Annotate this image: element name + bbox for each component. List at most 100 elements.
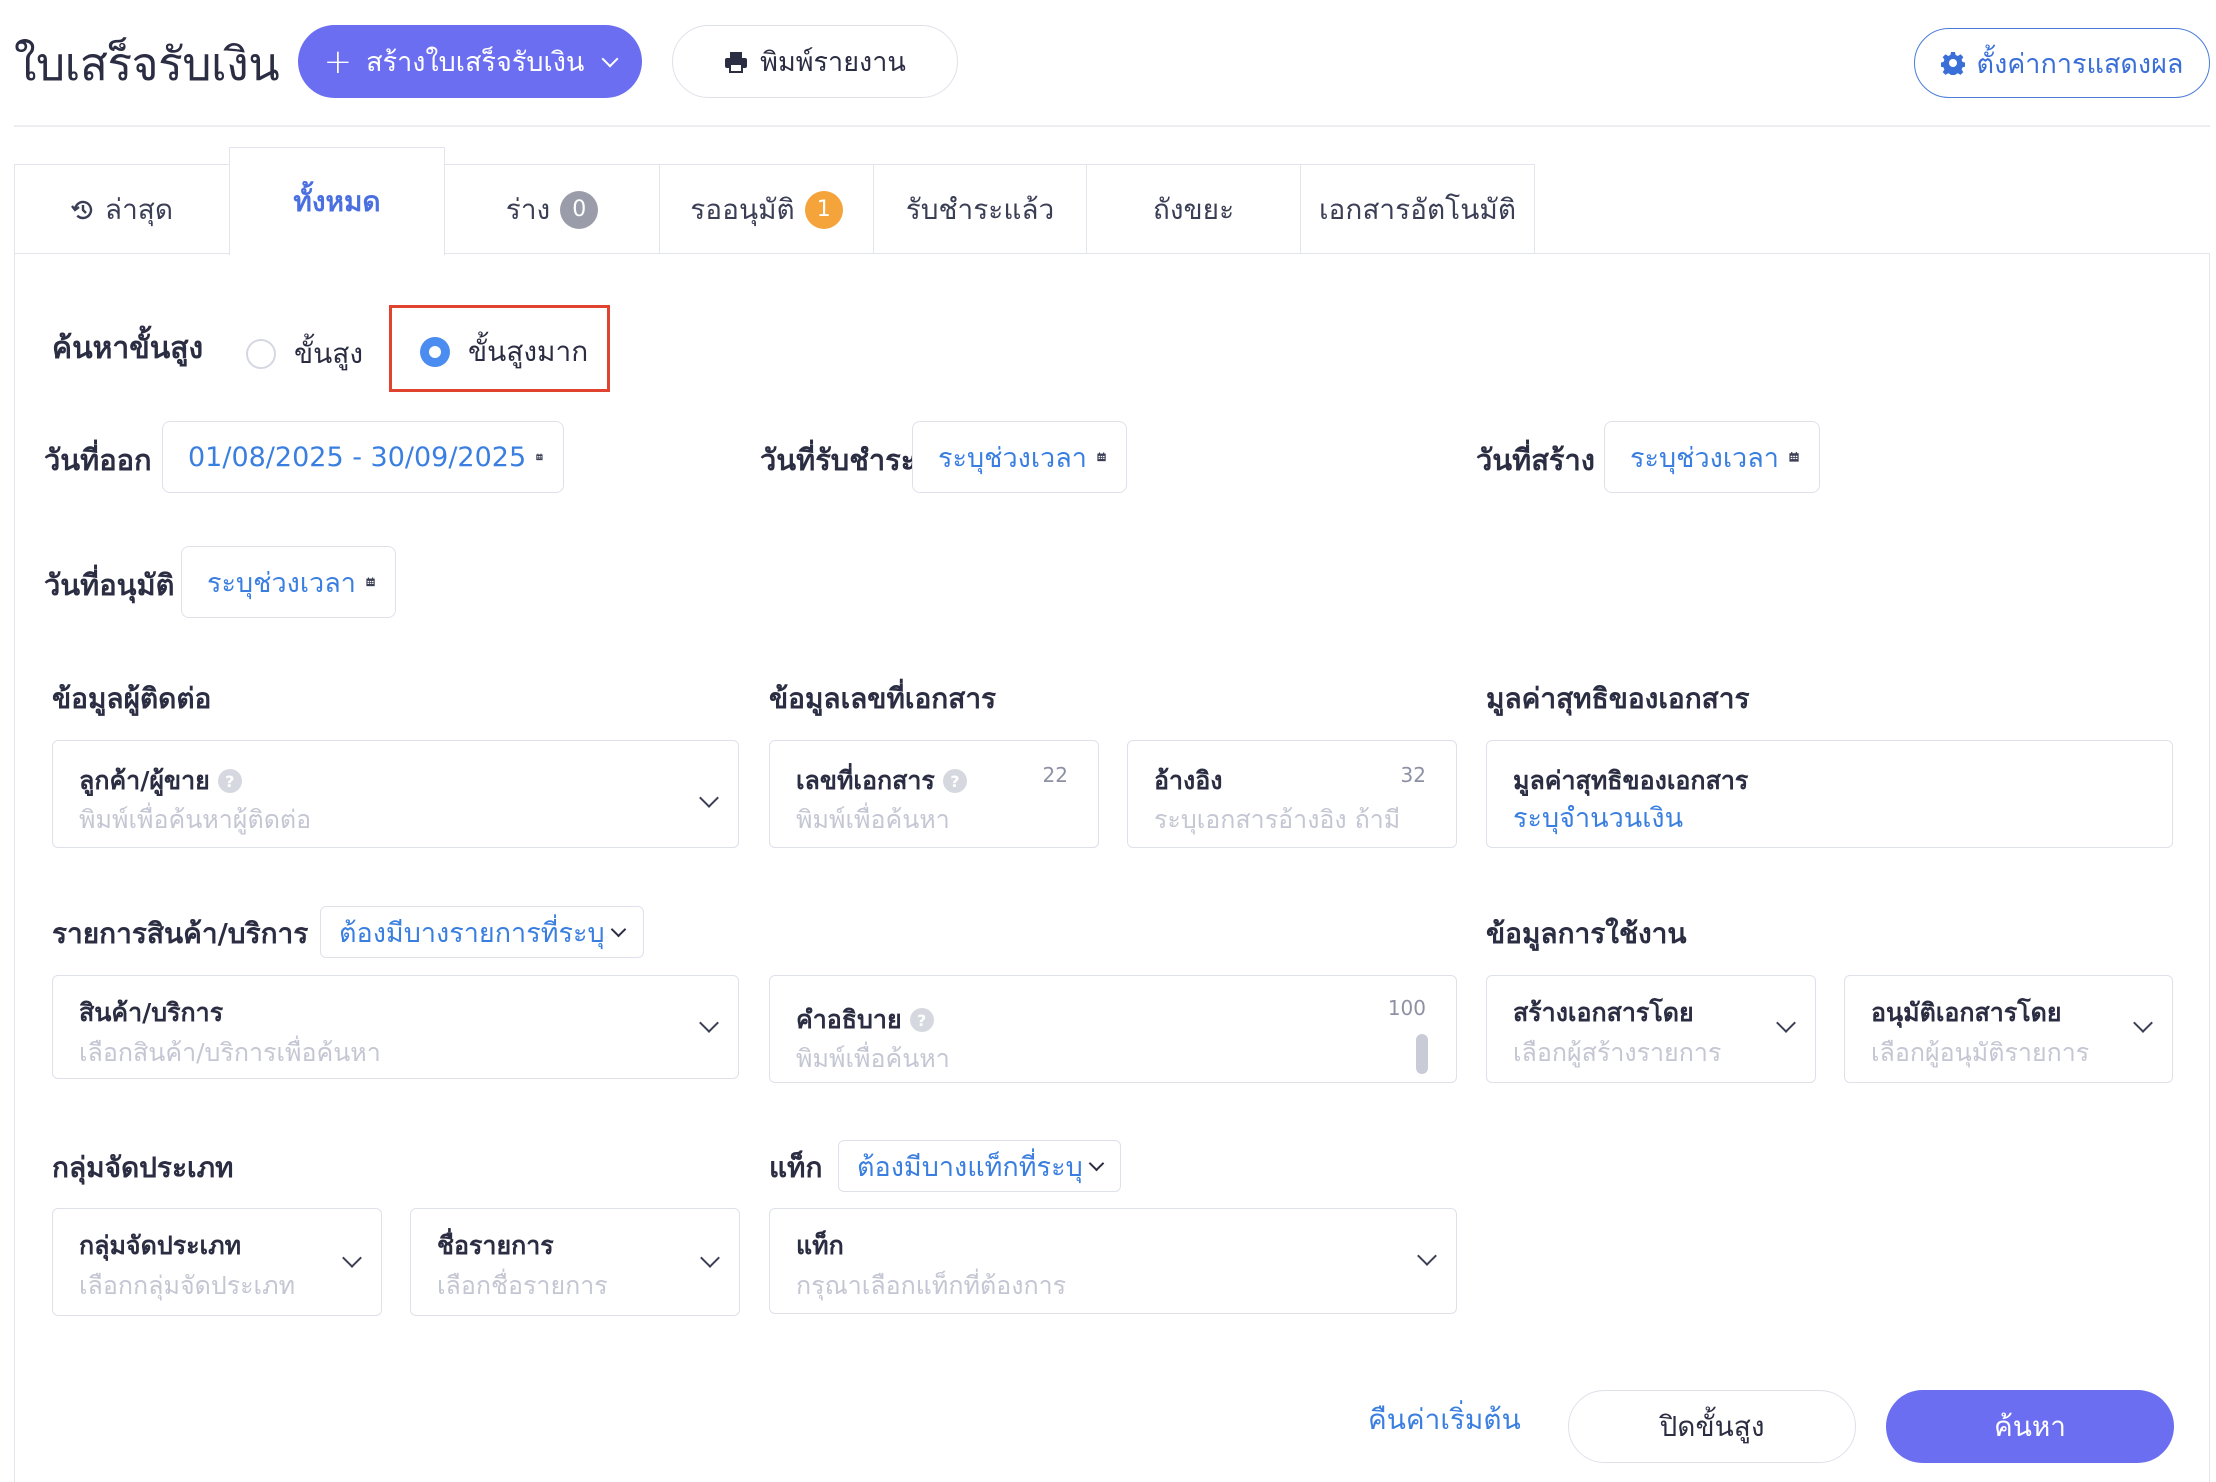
approved-date-value: ระบุช่วงเวลา: [207, 567, 356, 599]
radio-advanced[interactable]: ขั้นสูง: [246, 332, 363, 376]
tab-paid[interactable]: รับชำระแล้ว: [873, 164, 1087, 254]
tag-field-label: แท็ก: [796, 1231, 844, 1260]
history-icon: [70, 200, 93, 219]
tag-match-value: ต้องมีบางแท็กที่ระบุ: [857, 1151, 1083, 1183]
tag-section-title: แท็ก: [769, 1151, 823, 1184]
create-receipt-label: สร้างใบเสร็จรับเงิน: [366, 47, 585, 78]
issue-date-label: วันที่ออก: [44, 443, 152, 477]
reference-field-label: อ้างอิง: [1154, 766, 1223, 795]
payment-date-value: ระบุช่วงเวลา: [938, 442, 1087, 474]
create-receipt-button[interactable]: + สร้างใบเสร็จรับเงิน: [298, 25, 642, 98]
doc-number-section-title: ข้อมูลเลขที่เอกสาร: [769, 682, 997, 715]
draft-count-badge: 0: [560, 190, 599, 229]
tab-auto-documents[interactable]: เอกสารอัตโนมัติ: [1300, 164, 1535, 254]
category-name-select[interactable]: ชื่อรายการ เลือกชื่อรายการ: [410, 1208, 740, 1316]
chevron-down-icon: [700, 1248, 720, 1268]
display-settings-label: ตั้งค่าการแสดงผล: [1976, 48, 2184, 80]
doc-number-placeholder: พิมพ์เพื่อค้นหา: [796, 805, 950, 834]
category-group-placeholder: เลือกกลุ่มจัดประเภท: [79, 1271, 296, 1300]
help-icon[interactable]: ?: [909, 1008, 934, 1032]
search-button[interactable]: ค้นหา: [1886, 1390, 2174, 1463]
product-placeholder: เลือกสินค้า/บริการเพื่อค้นหา: [79, 1038, 381, 1067]
category-group-select[interactable]: กลุ่มจัดประเภท เลือกกลุ่มจัดประเภท: [52, 1208, 382, 1316]
help-icon[interactable]: ?: [942, 769, 967, 793]
tab-pending-approval[interactable]: รออนุมัติ 1: [659, 164, 874, 254]
tab-pending-approval-label: รออนุมัติ: [690, 192, 795, 226]
approved-by-select[interactable]: อนุมัติเอกสารโดย เลือกผู้อนุมัติรายการ: [1844, 975, 2173, 1083]
chevron-down-icon: [699, 788, 719, 808]
plus-icon: +: [323, 41, 353, 82]
reference-input[interactable]: อ้างอิง 32 ระบุเอกสารอ้างอิง ถ้ามี: [1127, 740, 1457, 848]
chevron-down-icon: [610, 921, 626, 937]
chevron-down-icon: [1776, 1013, 1796, 1033]
contact-field-label: ลูกค้า/ผู้ขาย ?: [79, 761, 242, 801]
created-by-field-label: สร้างเอกสารโดย: [1513, 998, 1694, 1027]
display-settings-button[interactable]: ตั้งค่าการแสดงผล: [1914, 28, 2210, 98]
reset-button[interactable]: คืนค่าเริ่มต้น: [1368, 1398, 1521, 1442]
category-group-field-label: กลุ่มจัดประเภท: [79, 1231, 242, 1260]
net-value-placeholder: ระบุจำนวนเงิน: [1513, 803, 1684, 834]
calendar-icon: [366, 577, 375, 587]
tab-draft[interactable]: ร่าง 0: [444, 164, 660, 254]
radio-advanced-label: ขั้นสูง: [294, 337, 364, 370]
calendar-icon: [536, 453, 543, 461]
help-icon[interactable]: ?: [217, 769, 242, 793]
tab-auto-documents-label: เอกสารอัตโนมัติ: [1318, 192, 1516, 226]
product-field-label: สินค้า/บริการ: [79, 998, 224, 1027]
contact-select[interactable]: ลูกค้า/ผู้ขาย ? พิมพ์เพื่อค้นหาผู้ติดต่อ: [52, 740, 739, 848]
gear-icon: [1940, 52, 1965, 75]
payment-date-picker[interactable]: ระบุช่วงเวลา: [912, 421, 1127, 493]
tag-match-select[interactable]: ต้องมีบางแท็กที่ระบุ: [838, 1140, 1121, 1192]
created-date-label: วันที่สร้าง: [1476, 443, 1595, 477]
tag-select[interactable]: แท็ก กรุณาเลือกแท็กที่ต้องการ: [769, 1208, 1457, 1314]
created-by-placeholder: เลือกผู้สร้างรายการ: [1513, 1038, 1722, 1067]
issue-date-value: 01/08/2025 - 30/09/2025: [188, 441, 527, 473]
usage-section-title: ข้อมูลการใช้งาน: [1486, 917, 1687, 950]
contact-section-title: ข้อมูลผู้ติดต่อ: [52, 682, 212, 715]
description-textarea[interactable]: คำอธิบาย ? 100 พิมพ์เพื่อค้นหา: [769, 975, 1457, 1083]
created-by-select[interactable]: สร้างเอกสารโดย เลือกผู้สร้างรายการ: [1486, 975, 1816, 1083]
tab-latest[interactable]: ล่าสุด: [14, 164, 230, 254]
header-divider: [14, 125, 2210, 127]
product-select[interactable]: สินค้า/บริการ เลือกสินค้า/บริการเพื่อค้น…: [52, 975, 739, 1079]
calendar-icon: [1097, 452, 1106, 462]
chevron-down-icon: [1088, 1155, 1104, 1171]
description-field-label: คำอธิบาย ?: [796, 1000, 934, 1040]
chevron-down-icon: [601, 50, 619, 67]
radio-advanced-circle[interactable]: [246, 339, 276, 369]
doc-number-field-label: เลขที่เอกสาร ?: [796, 761, 967, 801]
created-date-value: ระบุช่วงเวลา: [1630, 442, 1779, 474]
contact-placeholder: พิมพ์เพื่อค้นหาผู้ติดต่อ: [79, 805, 312, 834]
description-placeholder: พิมพ์เพื่อค้นหา: [796, 1044, 950, 1073]
product-match-select[interactable]: ต้องมีบางรายการที่ระบุ: [320, 906, 644, 958]
tag-placeholder: กรุณาเลือกแท็กที่ต้องการ: [796, 1271, 1067, 1300]
chevron-down-icon: [699, 1013, 719, 1033]
tab-trash[interactable]: ถังขยะ: [1086, 164, 1301, 254]
reference-char-limit: 32: [1400, 763, 1426, 787]
issue-date-picker[interactable]: 01/08/2025 - 30/09/2025: [162, 421, 564, 493]
approved-date-label: วันที่อนุมัติ: [44, 568, 175, 602]
print-report-label: พิมพ์รายงาน: [760, 47, 906, 78]
calendar-icon: [1789, 451, 1799, 462]
description-char-limit: 100: [1387, 996, 1426, 1020]
tab-all[interactable]: ทั้งหมด: [229, 147, 445, 255]
net-value-input[interactable]: มูลค่าสุทธิของเอกสาร ระบุจำนวนเงิน: [1486, 740, 2173, 848]
net-value-field-label: มูลค่าสุทธิของเอกสาร: [1513, 766, 1749, 795]
close-advanced-button[interactable]: ปิดขั้นสูง: [1568, 1390, 1856, 1463]
page-title: ใบเสร็จรับเงิน: [14, 37, 280, 91]
highlight-box: [389, 305, 610, 392]
print-report-button[interactable]: พิมพ์รายงาน: [672, 25, 958, 98]
approved-by-field-label: อนุมัติเอกสารโดย: [1871, 998, 2062, 1027]
doc-number-input[interactable]: เลขที่เอกสาร ? 22 พิมพ์เพื่อค้นหา: [769, 740, 1099, 848]
pending-count-badge: 1: [804, 190, 843, 229]
reference-placeholder: ระบุเอกสารอ้างอิง ถ้ามี: [1154, 805, 1401, 834]
textarea-resize-handle[interactable]: [1416, 1034, 1428, 1074]
payment-date-label: วันที่รับชำระ: [760, 443, 917, 477]
advanced-search-title: ค้นหาขั้นสูง: [52, 331, 204, 366]
chevron-down-icon: [1417, 1246, 1437, 1266]
created-date-picker[interactable]: ระบุช่วงเวลา: [1604, 421, 1820, 493]
approved-date-picker[interactable]: ระบุช่วงเวลา: [181, 546, 396, 618]
contact-field-label-text: ลูกค้า/ผู้ขาย: [79, 766, 210, 795]
category-name-field-label: ชื่อรายการ: [437, 1231, 554, 1260]
tab-trash-label: ถังขยะ: [1152, 192, 1235, 226]
